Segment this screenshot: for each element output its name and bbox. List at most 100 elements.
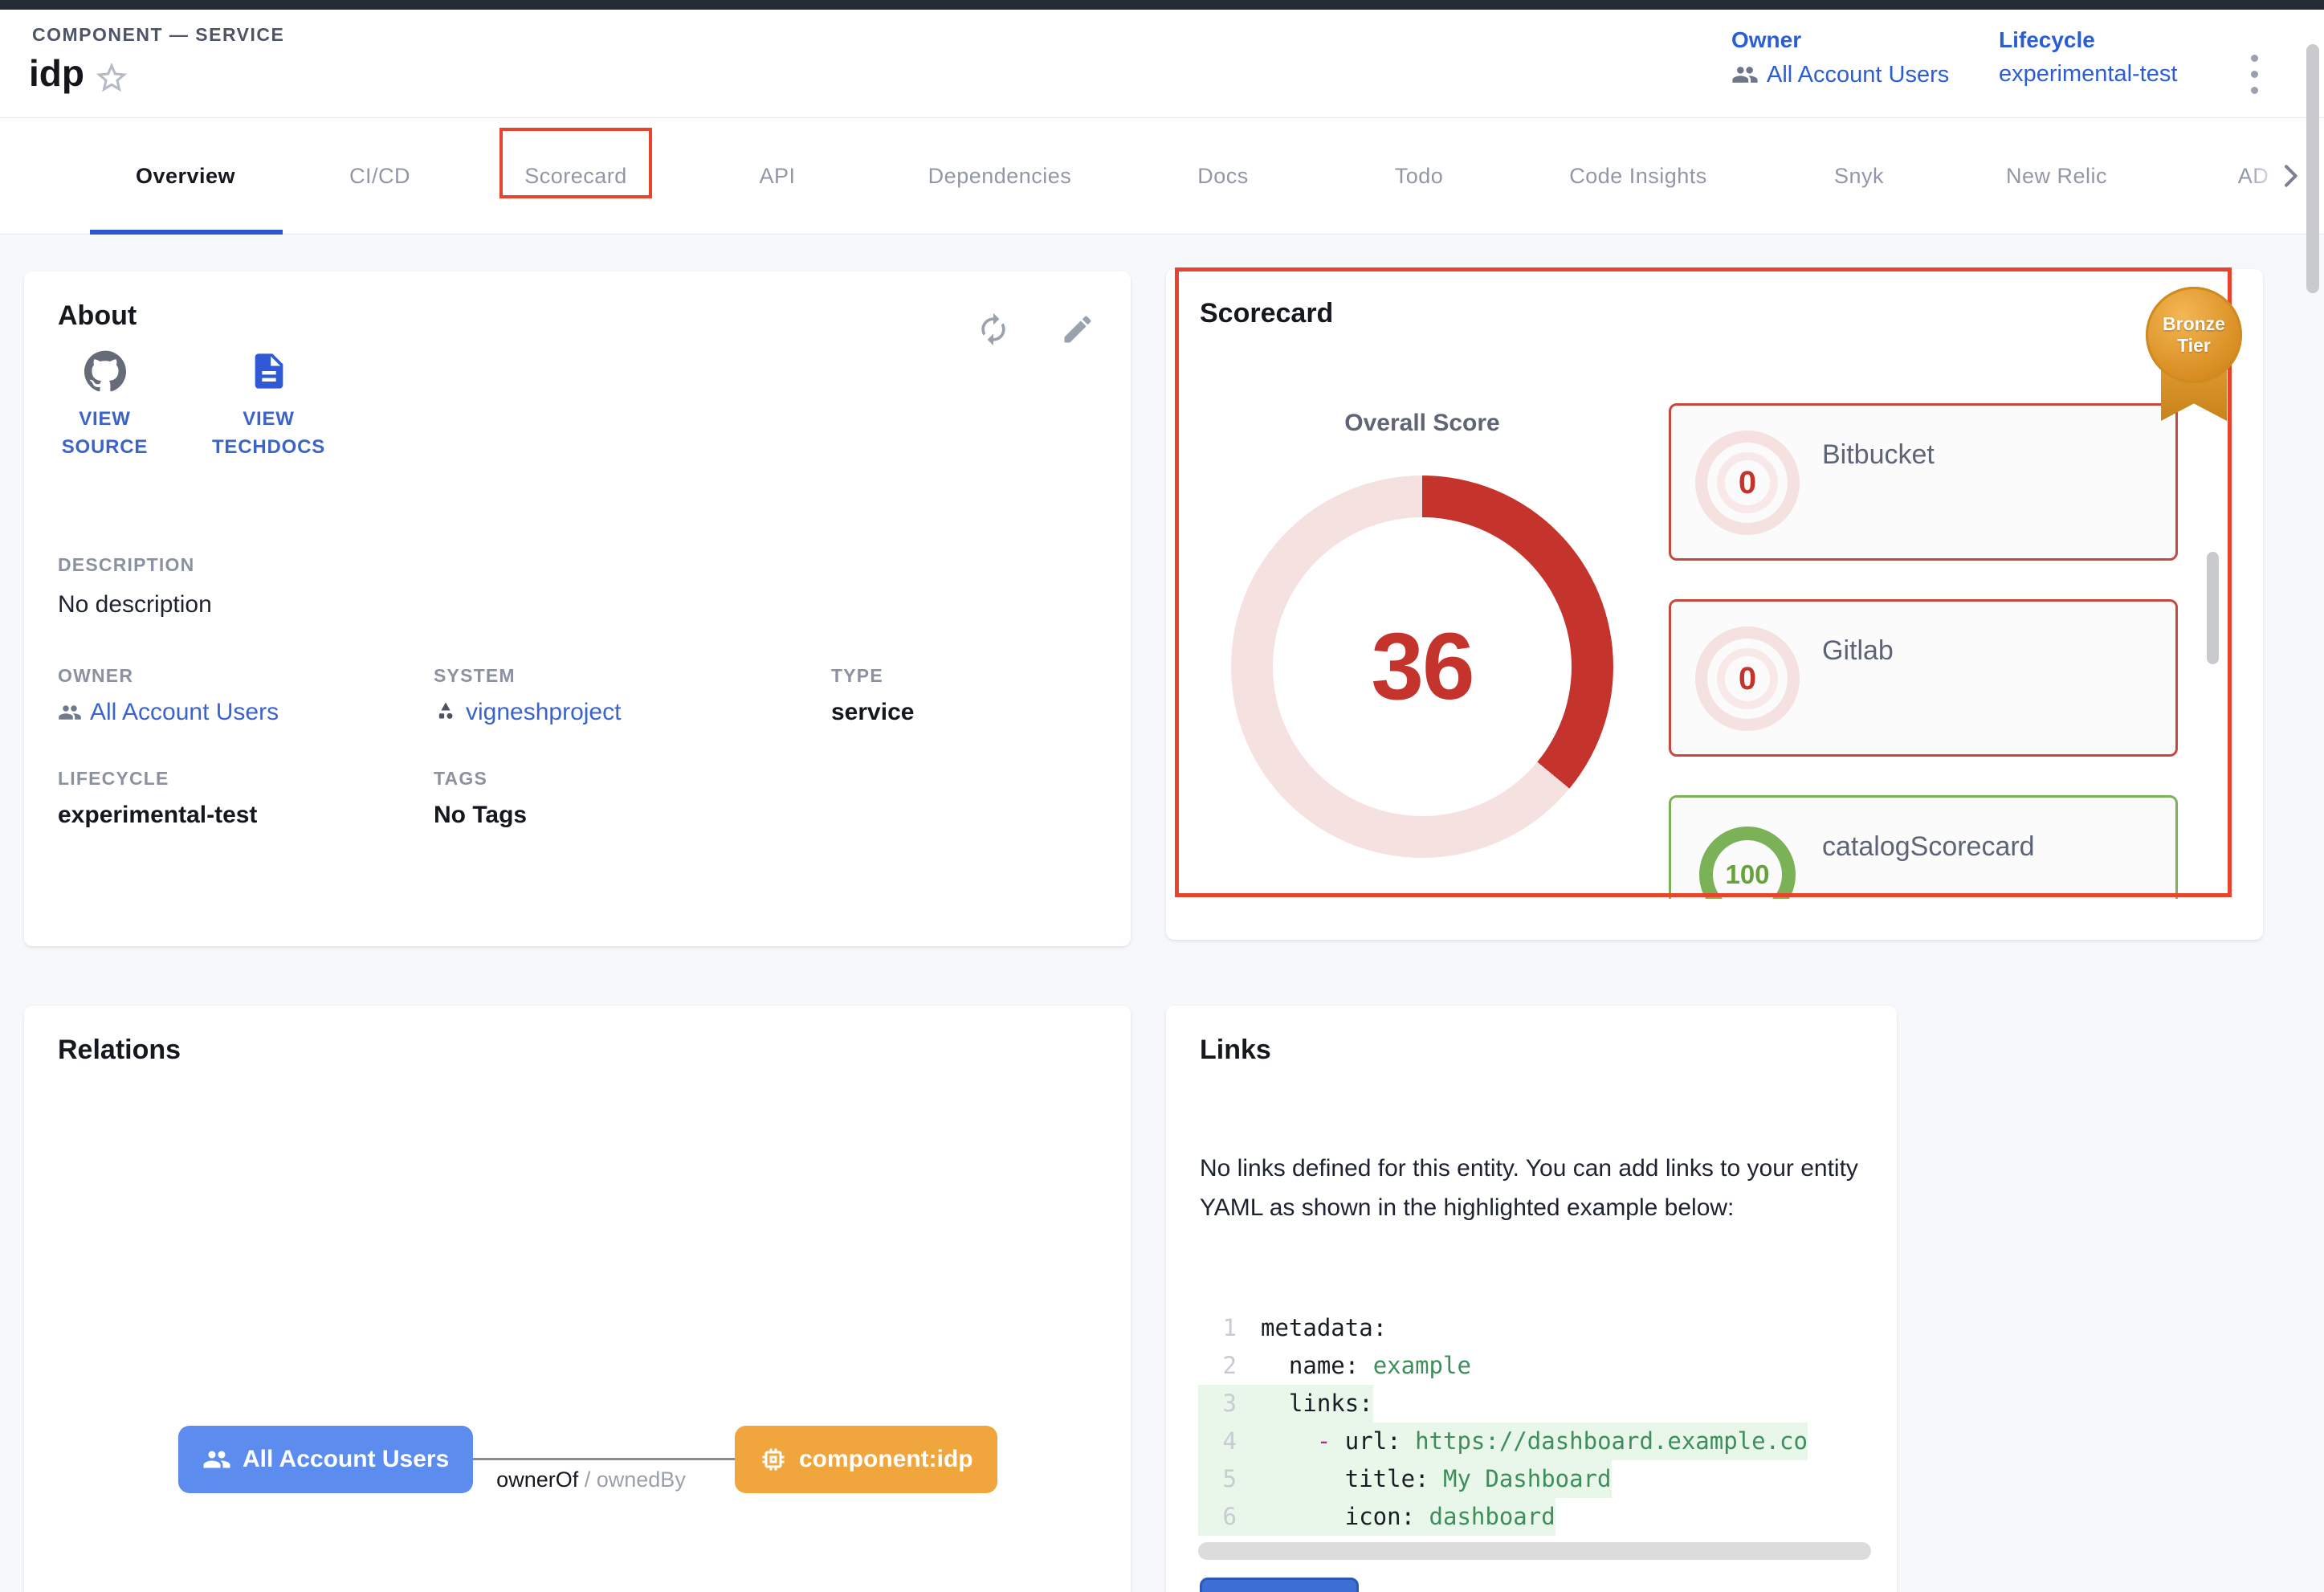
overall-score-gauge: 36 xyxy=(1231,476,1613,858)
catalogscorecard-name: catalogScorecard xyxy=(1822,831,2035,863)
view-techdocs-label: VIEW TECHDOCS xyxy=(194,405,343,461)
tab-todo[interactable]: Todo xyxy=(1395,118,1444,235)
tab-docs[interactable]: Docs xyxy=(1197,118,1249,235)
app-window: COMPONENT — SERVICE idp Owner All Accoun… xyxy=(0,0,2324,1592)
owner-link[interactable]: All Account Users xyxy=(1731,61,1949,88)
owner-field-value: All Account Users xyxy=(90,699,279,726)
page-title: idp xyxy=(29,51,84,95)
owner-value: All Account Users xyxy=(1767,62,1949,88)
tabs-bar: Overview CI/CD Scorecard API Dependencie… xyxy=(0,118,2324,235)
tab-new-relic[interactable]: New Relic xyxy=(2006,118,2107,235)
chevron-right-icon[interactable] xyxy=(2274,160,2306,192)
gitlab-score-ring: 0 xyxy=(1695,627,1800,731)
owner-field-label: OWNER xyxy=(58,665,133,687)
tags-field-value: No Tags xyxy=(434,802,527,829)
bitbucket-score-value: 0 xyxy=(1695,431,1800,535)
header-lifecycle: Lifecycle experimental-test xyxy=(1999,27,2177,88)
gitlab-score-value: 0 xyxy=(1695,627,1800,731)
about-card-title: About xyxy=(58,300,137,332)
links-card-title: Links xyxy=(1200,1035,1271,1066)
breadcrumb: COMPONENT — SERVICE xyxy=(32,24,284,46)
page-scrollbar[interactable] xyxy=(2306,44,2319,293)
view-source-label: VIEW SOURCE xyxy=(47,405,163,461)
favorite-star-icon[interactable] xyxy=(93,59,130,96)
tab-scorecard[interactable]: Scorecard xyxy=(524,118,627,235)
tab-api[interactable]: API xyxy=(759,118,795,235)
owner-field-link[interactable]: All Account Users xyxy=(58,699,279,726)
description-label: DESCRIPTION xyxy=(58,554,194,576)
edge-backward: ownedBy xyxy=(597,1467,686,1492)
system-field-label: SYSTEM xyxy=(434,665,516,687)
scorecard-item-bitbucket[interactable]: 0 Bitbucket xyxy=(1669,403,2178,561)
badge-text-line1: Bronze xyxy=(2163,313,2225,335)
badge-text-line2: Tier xyxy=(2177,335,2211,357)
refresh-icon[interactable] xyxy=(976,312,1011,347)
people-icon xyxy=(58,700,82,725)
lifecycle-value: experimental-test xyxy=(1999,61,2177,88)
bitbucket-score-ring: 0 xyxy=(1695,431,1800,535)
relation-target-label: component:idp xyxy=(799,1446,973,1473)
relation-edge-label: ownerOf / ownedBy xyxy=(496,1467,686,1492)
view-source-link[interactable]: VIEW SOURCE xyxy=(47,350,163,461)
edit-pencil-icon[interactable] xyxy=(1060,312,1095,347)
system-field-link[interactable]: vigneshproject xyxy=(434,699,621,726)
tab-snyk[interactable]: Snyk xyxy=(1834,118,1884,235)
header-owner: Owner All Account Users xyxy=(1731,27,1949,88)
overall-score-label: Overall Score xyxy=(1344,410,1499,437)
links-empty-message: No links defined for this entity. You ca… xyxy=(1200,1149,1878,1227)
type-field-label: TYPE xyxy=(831,665,883,687)
relation-node-component[interactable]: component:idp xyxy=(735,1426,997,1493)
more-options-kebab-icon[interactable] xyxy=(2242,42,2266,106)
catalogscorecard-score-value: 100 xyxy=(1695,823,1800,899)
tab-code-insights[interactable]: Code Insights xyxy=(1569,118,1707,235)
lifecycle-label: Lifecycle xyxy=(1999,27,2177,53)
overall-score-value: 36 xyxy=(1371,612,1473,721)
bitbucket-name: Bitbucket xyxy=(1822,439,1935,471)
entity-header: COMPONENT — SERVICE idp Owner All Accoun… xyxy=(0,10,2324,118)
code-line-highlighted: 3 links: xyxy=(1166,1385,1873,1423)
catalogscorecard-score-ring: 100 xyxy=(1695,823,1800,899)
relation-node-owner[interactable]: All Account Users xyxy=(178,1426,473,1493)
lifecycle-field-value: experimental-test xyxy=(58,802,257,829)
yaml-code-block: 1metadata: 2 name: example 3 links: 4 - … xyxy=(1166,1309,1873,1536)
links-card: Links No links defined for this entity. … xyxy=(1166,1006,1897,1592)
badge-rosette: Bronze Tier xyxy=(2146,287,2242,383)
people-icon xyxy=(1731,61,1759,88)
system-tree-icon xyxy=(434,700,458,725)
tags-field-label: TAGS xyxy=(434,768,487,790)
view-techdocs-link[interactable]: VIEW TECHDOCS xyxy=(194,350,343,461)
scorecard-item-list: 0 Bitbucket 0 Gitlab 100 catalogScorecar… xyxy=(1669,403,2178,899)
system-field-value: vigneshproject xyxy=(466,699,621,726)
chip-component-icon xyxy=(759,1445,788,1474)
gitlab-name: Gitlab xyxy=(1822,635,1894,667)
scorecard-list-scrollbar[interactable] xyxy=(2207,552,2219,664)
relations-card: Relations All Account Users component:id… xyxy=(24,1006,1131,1592)
links-card-action-button[interactable] xyxy=(1200,1578,1359,1592)
edge-forward: ownerOf xyxy=(496,1467,578,1492)
relation-source-label: All Account Users xyxy=(243,1446,449,1473)
code-horizontal-scrollbar[interactable] xyxy=(1198,1542,1871,1560)
relation-edge-line xyxy=(446,1458,735,1460)
scorecard-card-title: Scorecard xyxy=(1200,298,1333,329)
code-line-highlighted: 6 icon: dashboard xyxy=(1166,1498,1873,1536)
techdocs-document-icon xyxy=(248,350,290,392)
browser-top-strip xyxy=(0,0,2324,10)
description-value: No description xyxy=(58,591,212,618)
scorecard-item-catalogscorecard[interactable]: 100 catalogScorecard xyxy=(1669,795,2178,899)
code-line-highlighted: 5 title: My Dashboard xyxy=(1166,1460,1873,1498)
lifecycle-field-label: LIFECYCLE xyxy=(58,768,169,790)
scorecard-item-gitlab[interactable]: 0 Gitlab xyxy=(1669,599,2178,757)
github-icon xyxy=(84,350,126,392)
code-line: 2 name: example xyxy=(1166,1347,1873,1385)
tab-overview[interactable]: Overview xyxy=(136,118,235,235)
people-icon xyxy=(202,1445,231,1474)
tab-dependencies[interactable]: Dependencies xyxy=(928,118,1072,235)
active-tab-underline xyxy=(90,230,283,235)
code-line-highlighted: 4 - url: https://dashboard.example.co xyxy=(1166,1423,1873,1460)
owner-label: Owner xyxy=(1731,27,1949,53)
about-card: About VIEW SOURCE VIEW TECHDOCS DESCRIPT… xyxy=(24,271,1131,946)
bronze-tier-badge: Bronze Tier xyxy=(2146,287,2242,423)
edge-separator: / xyxy=(578,1467,597,1492)
relations-card-title: Relations xyxy=(58,1035,181,1066)
tab-cicd[interactable]: CI/CD xyxy=(349,118,410,235)
